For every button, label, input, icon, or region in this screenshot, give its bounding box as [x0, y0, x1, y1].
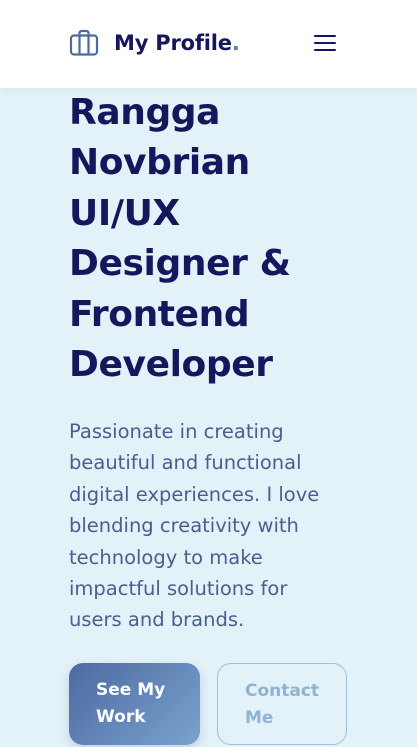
hero-description: Passionate in creating beautiful and fun…	[69, 416, 339, 636]
hero-description-line: beautiful and functional	[69, 451, 302, 475]
hamburger-menu-button[interactable]	[311, 31, 339, 55]
see-my-work-label-line: See My	[96, 680, 166, 700]
hero-description-line: blending creativity with	[69, 514, 299, 538]
brand-logo-link[interactable]: My Profile.	[69, 28, 240, 58]
hero-title-line: Designer &	[69, 243, 291, 285]
hero-title-line: Rangga	[69, 92, 221, 133]
contact-me-button[interactable]: Contact Me	[217, 663, 347, 745]
hero-section: Rangga Novbrian UI/UX Designer & Fronten…	[69, 88, 369, 390]
hero-description-line: technology to make	[69, 545, 263, 569]
see-my-work-button[interactable]: See My Work	[69, 663, 200, 745]
hero-description-line: users and brands.	[69, 608, 245, 632]
contact-me-label-line: Contact	[245, 681, 320, 701]
briefcase-icon	[69, 29, 99, 56]
hamburger-menu-icon	[314, 35, 336, 51]
hero-description-line: Passionate in creating	[69, 420, 284, 443]
brand-name-text: My Profile	[114, 31, 232, 55]
hero-title-line: Novbrian	[69, 142, 250, 184]
hero-description-line: impactful solutions for	[69, 577, 288, 601]
hero-title-line: UI/UX	[69, 192, 180, 234]
hero-title-line: Developer	[69, 344, 273, 386]
hero-title-line: Frontend	[69, 293, 250, 335]
brand-name: My Profile.	[114, 31, 240, 55]
brand-dot: .	[231, 31, 240, 55]
contact-me-label-line: Me	[245, 708, 274, 728]
top-navbar: My Profile.	[0, 0, 417, 88]
see-my-work-label-line: Work	[96, 707, 146, 727]
hero-description-line: digital experiences. I love	[69, 482, 320, 506]
hero-title: Rangga Novbrian UI/UX Designer & Fronten…	[69, 88, 369, 390]
